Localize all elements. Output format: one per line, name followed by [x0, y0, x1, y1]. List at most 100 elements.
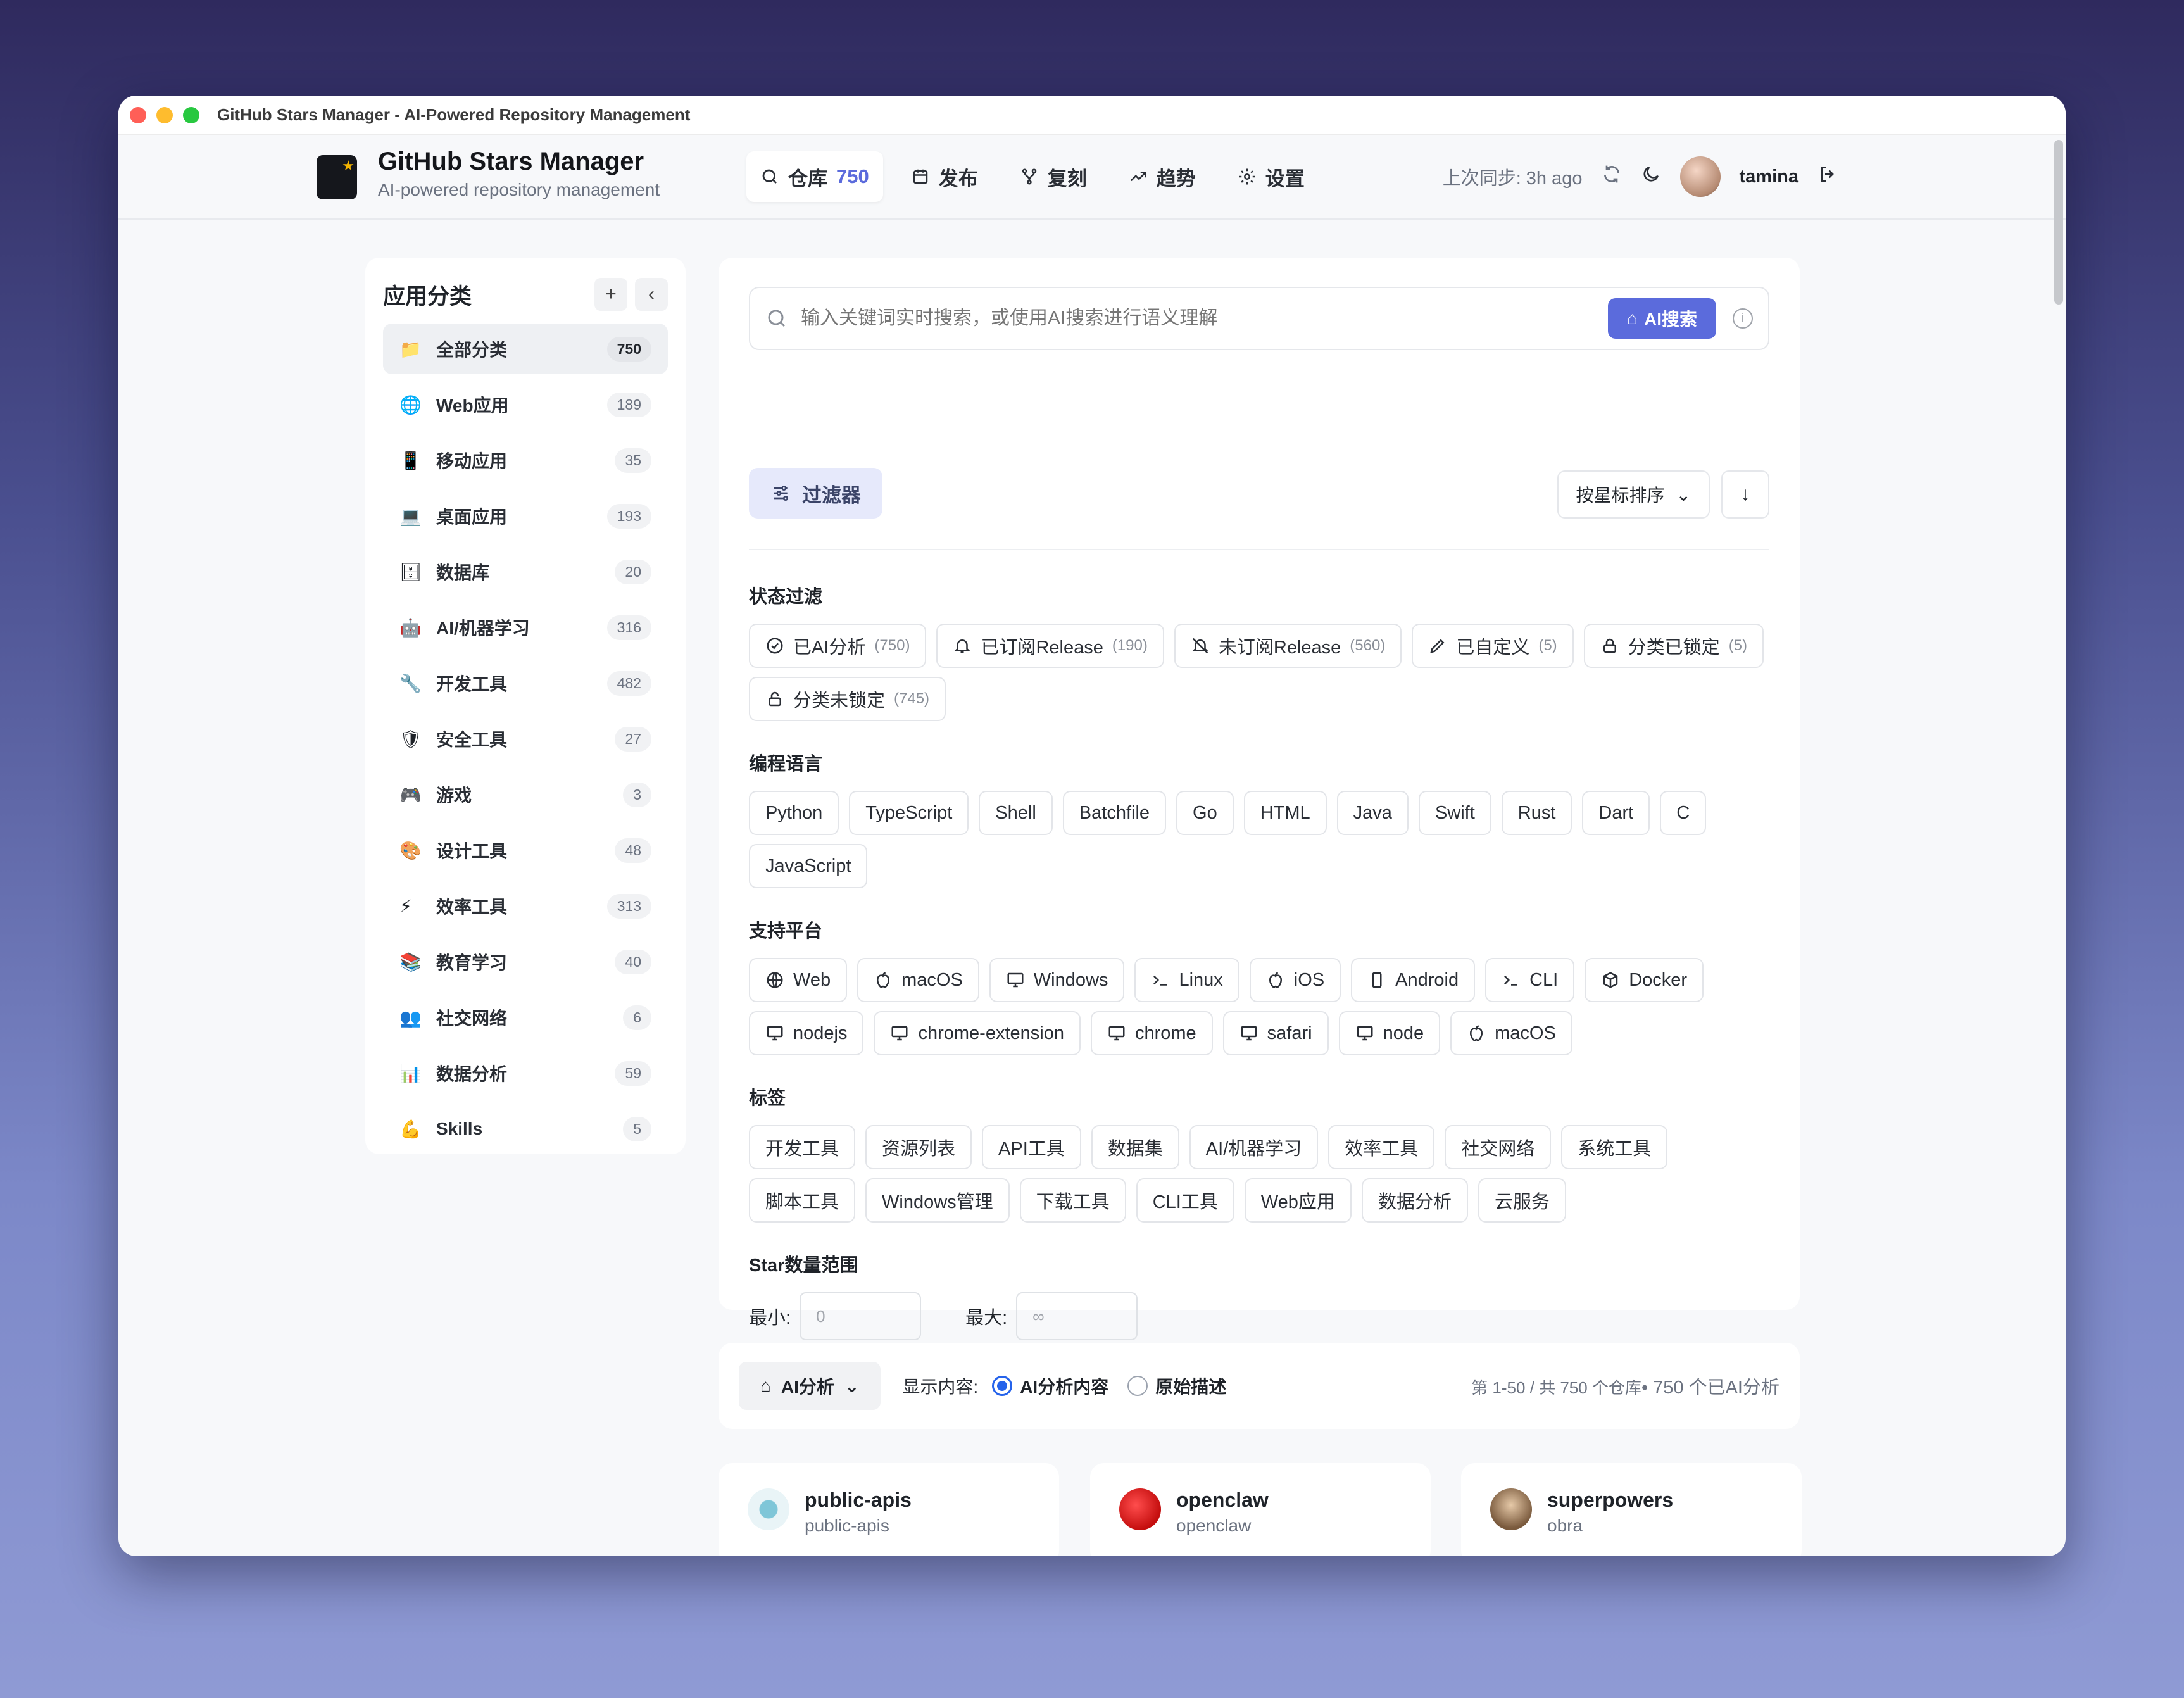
status-filter-chip[interactable]: 未订阅Release (560)	[1174, 624, 1402, 668]
tag-chip[interactable]: 社交网络	[1445, 1125, 1552, 1169]
language-chip[interactable]: Swift	[1418, 791, 1491, 835]
language-chip[interactable]: Python	[749, 791, 839, 835]
collapse-sidebar-button[interactable]: ‹	[635, 278, 668, 311]
sidebar-item[interactable]: 🎨 设计工具 48	[383, 825, 668, 876]
refresh-button[interactable]	[1602, 164, 1622, 189]
language-chip[interactable]: TypeScript	[849, 791, 969, 835]
category-count-badge: 35	[615, 448, 651, 473]
search-input[interactable]	[801, 308, 1609, 329]
window-scrollbar[interactable]	[2054, 140, 2063, 305]
logout-button[interactable]	[1817, 164, 1838, 189]
platform-chip[interactable]: chrome	[1090, 1011, 1213, 1055]
tag-chip[interactable]: 下载工具	[1019, 1178, 1126, 1223]
platform-chip[interactable]: Windows	[989, 958, 1125, 1002]
tab-settings[interactable]: 设置	[1224, 151, 1319, 202]
platform-chip[interactable]: chrome-extension	[874, 1011, 1081, 1055]
repo-name[interactable]: public-apis	[805, 1488, 912, 1512]
language-chip[interactable]: Batchfile	[1062, 791, 1167, 835]
filter-toggle-button[interactable]: 过滤器	[749, 468, 882, 519]
maximize-window-button[interactable]	[183, 106, 199, 123]
tag-chip[interactable]: Web应用	[1244, 1178, 1352, 1223]
language-chip[interactable]: HTML	[1243, 791, 1327, 835]
language-chip[interactable]: Go	[1176, 791, 1234, 835]
sidebar-item[interactable]: 💻 桌面应用 193	[383, 491, 668, 541]
status-filter-chip[interactable]: 已自定义 (5)	[1412, 624, 1574, 668]
platform-chip[interactable]: safari	[1222, 1011, 1329, 1055]
status-filter-chip[interactable]: 已AI分析 (750)	[749, 624, 927, 668]
sidebar-item[interactable]: 🤖 AI/机器学习 316	[383, 602, 668, 653]
language-chip[interactable]: Java	[1336, 791, 1409, 835]
sort-select[interactable]: 按星标排序 ⌄	[1557, 470, 1710, 519]
language-chip[interactable]: Shell	[979, 791, 1053, 835]
language-chip[interactable]: C	[1660, 791, 1707, 835]
repo-card[interactable]: superpowers obra	[1461, 1463, 1802, 1556]
status-filter-chip[interactable]: 分类未锁定 (745)	[749, 677, 946, 721]
sidebar-item[interactable]: ⚡ 效率工具 313	[383, 881, 668, 931]
min-stars-input[interactable]: 0	[800, 1292, 922, 1340]
radio-raw-description[interactable]	[1127, 1376, 1148, 1396]
repo-name[interactable]: openclaw	[1176, 1488, 1269, 1512]
language-chip[interactable]: Dart	[1582, 791, 1650, 835]
tag-chip[interactable]: 开发工具	[749, 1125, 856, 1169]
sidebar-item[interactable]: 🔧 开发工具 482	[383, 658, 668, 708]
language-chip[interactable]: JavaScript	[749, 844, 868, 888]
tag-chip[interactable]: 云服务	[1478, 1178, 1566, 1223]
tag-chip[interactable]: API工具	[982, 1125, 1081, 1169]
sidebar-item[interactable]: 🎮 游戏 3	[383, 769, 668, 820]
info-icon[interactable]: i	[1733, 308, 1753, 329]
sidebar-item[interactable]: 🗄 数据库 20	[383, 546, 668, 597]
repo-name[interactable]: superpowers	[1547, 1488, 1673, 1512]
platform-chip[interactable]: nodejs	[749, 1011, 864, 1055]
user-avatar[interactable]	[1679, 156, 1721, 197]
platform-chip[interactable]: Android	[1351, 958, 1476, 1002]
tab-forks[interactable]: 复刻	[1006, 151, 1101, 202]
close-window-button[interactable]	[130, 106, 146, 123]
ai-search-button[interactable]: ⌂ AI搜索	[1608, 298, 1716, 339]
filter-label: 过滤器	[802, 484, 861, 506]
repo-card[interactable]: public-apis public-apis	[719, 1463, 1059, 1556]
platform-chip[interactable]: Web	[749, 958, 848, 1002]
tag-chip[interactable]: 系统工具	[1561, 1125, 1668, 1169]
sidebar-item[interactable]: 👥 社交网络 6	[383, 992, 668, 1043]
monitor-icon	[890, 1024, 909, 1043]
tag-chip[interactable]: 数据集	[1091, 1125, 1179, 1169]
platform-chip[interactable]: node	[1338, 1011, 1441, 1055]
tag-chip[interactable]: 资源列表	[865, 1125, 972, 1169]
platform-chip[interactable]: macOS	[857, 958, 979, 1002]
chip-label: 未订阅Release	[1218, 638, 1341, 658]
radio-ai-content[interactable]	[992, 1376, 1013, 1396]
tab-repositories[interactable]: 仓库 750	[746, 151, 883, 202]
max-stars-input[interactable]: ∞	[1016, 1292, 1138, 1340]
tab-trending[interactable]: 趋势	[1115, 151, 1210, 202]
tag-chip[interactable]: CLI工具	[1136, 1178, 1234, 1223]
repo-card[interactable]: openclaw openclaw	[1090, 1463, 1431, 1556]
add-category-button[interactable]: +	[594, 278, 627, 311]
language-chip[interactable]: Rust	[1501, 791, 1572, 835]
ai-analysis-dropdown[interactable]: ⌂ AI分析 ⌄	[739, 1362, 881, 1410]
chip-label: 分类未锁定	[793, 691, 886, 711]
tag-chip[interactable]: 脚本工具	[749, 1178, 856, 1223]
tag-chip[interactable]: Windows管理	[865, 1178, 1010, 1223]
platform-chip[interactable]: iOS	[1249, 958, 1341, 1002]
sidebar-item[interactable]: 📚 教育学习 40	[383, 936, 668, 987]
tab-releases[interactable]: 发布	[897, 151, 992, 202]
sidebar-item[interactable]: 📁 全部分类 750	[383, 324, 668, 374]
theme-toggle-button[interactable]	[1641, 164, 1661, 189]
tag-chip[interactable]: 数据分析	[1361, 1178, 1468, 1223]
sidebar-item[interactable]: 📱 移动应用 35	[383, 435, 668, 486]
tag-chip[interactable]: AI/机器学习	[1189, 1125, 1319, 1169]
minimize-window-button[interactable]	[156, 106, 173, 123]
sidebar-item[interactable]: 🌐 Web应用 189	[383, 379, 668, 430]
platform-chip[interactable]: macOS	[1450, 1011, 1572, 1055]
sidebar-item[interactable]: 💪 Skills 5	[383, 1104, 668, 1154]
tag-chip[interactable]: 效率工具	[1328, 1125, 1435, 1169]
platform-chip[interactable]: Docker	[1585, 958, 1704, 1002]
platform-chip[interactable]: Linux	[1134, 958, 1239, 1002]
sidebar-item[interactable]: 🛡 安全工具 27	[383, 714, 668, 764]
status-filter-chip[interactable]: 已订阅Release (190)	[936, 624, 1164, 668]
chip-label: 脚本工具	[765, 1192, 839, 1212]
sidebar-item[interactable]: 📊 数据分析 59	[383, 1048, 668, 1098]
sort-direction-button[interactable]: ↓	[1721, 470, 1769, 519]
status-filter-chip[interactable]: 分类已锁定 (5)	[1583, 624, 1764, 668]
platform-chip[interactable]: CLI	[1485, 958, 1575, 1002]
